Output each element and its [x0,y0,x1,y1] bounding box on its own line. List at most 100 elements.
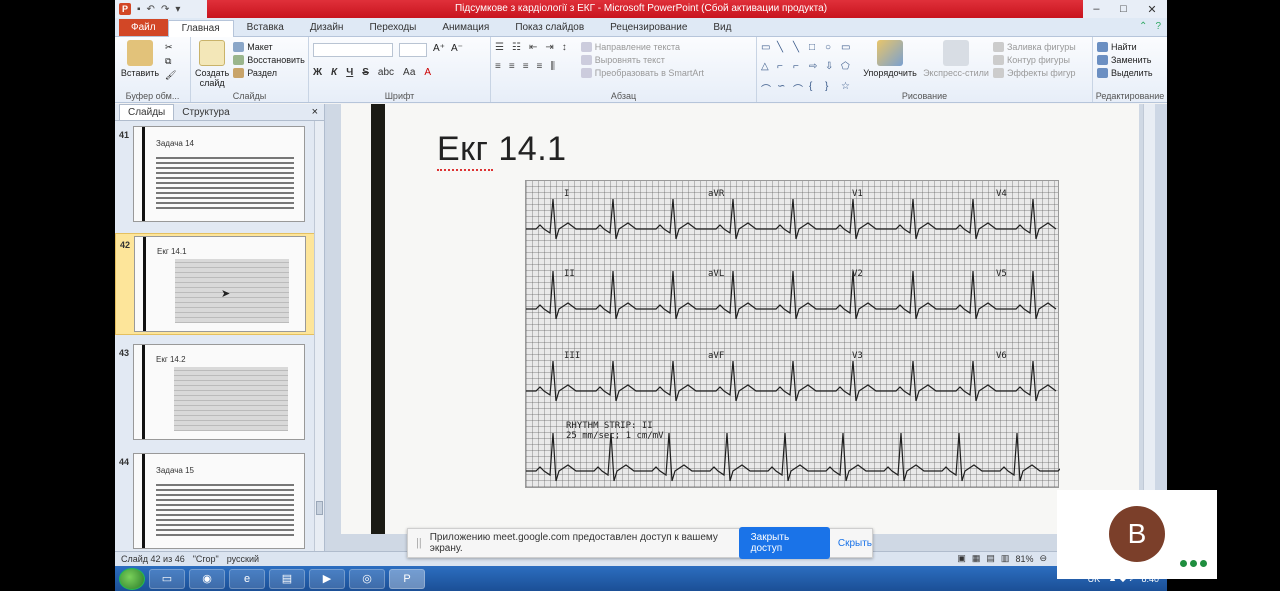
tab-outline[interactable]: Структура [174,105,237,120]
grow-font-icon[interactable]: A⁺ [433,43,445,57]
hide-banner-button[interactable]: Скрыть [838,538,872,549]
layout-button[interactable]: Макет [233,42,305,52]
tab-home[interactable]: Главная [167,20,234,37]
collapse-ribbon-icon[interactable]: ⌃ [1139,21,1147,32]
panel-scrollbar[interactable] [314,121,324,551]
align-right-icon[interactable]: ≡ [523,61,529,72]
lead-label: V6 [996,351,1007,361]
align-text-icon [580,55,592,65]
slide-thumbnail-43[interactable]: 43 Екг 14.2 [115,342,315,444]
close-icon[interactable]: ✕ [1147,3,1156,16]
close-panel-icon[interactable]: × [312,106,318,118]
shadow-button[interactable]: abc [378,67,394,78]
slideshow-view-icon[interactable]: ▥ [1001,553,1010,564]
slide-bar [142,127,145,221]
taskbar-player-icon[interactable]: ▶ [309,568,345,589]
tab-review[interactable]: Рецензирование [597,20,700,36]
underline-button[interactable]: Ч [346,67,353,78]
shape-outline-button[interactable]: Контур фигуры [993,55,1076,65]
tab-view[interactable]: Вид [700,20,744,36]
sorter-view-icon[interactable]: ▦ [972,553,981,564]
align-center-icon[interactable]: ≡ [509,61,515,72]
panel-scroll-thumb[interactable] [316,501,323,515]
italic-button[interactable]: К [331,67,337,78]
taskbar-firefox-icon[interactable]: ◉ [189,568,225,589]
slide-title[interactable]: Екг 14.1 [437,130,567,171]
minimize-icon[interactable]: – [1093,3,1099,15]
slides-panel: Слайды Структура × 41 Задача 14 42 Екг 1… [115,104,325,551]
line-spacing-icon[interactable]: ↕ [562,42,567,53]
powerpoint-window: P ▪ ↶ ↷ ▾ Підсумкове з кардіології з ЕКГ… [115,0,1167,566]
change-case-button[interactable]: Аа [403,67,415,78]
maximize-icon[interactable]: □ [1120,3,1127,15]
strike-button[interactable]: S [362,67,369,78]
taskbar-chrome-icon[interactable]: ◎ [349,568,385,589]
bold-button[interactable]: Ж [313,67,322,78]
copy-icon[interactable]: ⧉ [165,56,176,67]
drag-handle-icon[interactable]: || [416,537,422,549]
lead-label: V1 [852,189,863,199]
slide-thumbnail-41[interactable]: 41 Задача 14 [115,124,315,226]
find-button[interactable]: Найти [1097,42,1153,52]
tab-design[interactable]: Дизайн [297,20,357,36]
editor-scrollbar[interactable] [1143,104,1155,551]
lead-label: aVF [708,351,725,361]
tab-transitions[interactable]: Переходы [356,20,429,36]
slide-vertical-bar [371,104,385,534]
shape-outline-icon [993,55,1004,65]
section-button[interactable]: Раздел [233,68,305,78]
tab-insert[interactable]: Вставка [234,20,297,36]
meet-participant-tile[interactable]: В [1057,490,1217,579]
stop-sharing-button[interactable]: Закрыть доступ [738,527,830,559]
font-color-button[interactable]: А [424,67,431,78]
font-size-select[interactable] [399,43,427,57]
shrink-font-icon[interactable]: A⁻ [451,43,463,57]
numbering-icon[interactable]: ☷ [512,42,521,53]
taskbar-explorer-icon[interactable]: ▤ [269,568,305,589]
window-controls: – □ ✕ [1083,0,1167,18]
align-text-button[interactable]: Выровнять текст [580,55,704,65]
align-left-icon[interactable]: ≡ [495,61,501,72]
text-direction-button[interactable]: Направление текста [580,42,704,52]
shape-arrow-right-icon: ⇨ [809,61,818,73]
smartart-button[interactable]: Преобразовать в SmartArt [580,68,704,78]
group-label: Абзац [610,91,637,101]
increase-indent-icon[interactable]: ⇥ [545,42,553,53]
reading-view-icon[interactable]: ▤ [986,553,995,564]
taskbar-media-icon[interactable]: ▭ [149,568,185,589]
tab-file[interactable]: Файл [119,19,168,36]
thumbnail-canvas: Екг 14.1 ➤ [134,236,306,332]
shape-effects-button[interactable]: Эффекты фигур [993,68,1076,78]
reset-button[interactable]: Восстановить [233,55,305,65]
bullets-icon[interactable]: ☰ [495,42,504,53]
ecg-image[interactable]: I aVR V1 V4 II aVL V2 V5 III aVF V3 V6 R… [525,180,1060,488]
format-painter-icon[interactable]: 🖌 [165,70,176,81]
participant-avatar: В [1109,506,1165,562]
shape-fill-button[interactable]: Заливка фигуры [993,42,1076,52]
slide-thumbnail-42[interactable]: 42 Екг 14.1 ➤ [115,233,315,335]
tab-animations[interactable]: Анимация [429,20,502,36]
slide-number: 42 [120,240,131,250]
zoom-level[interactable]: 81% [1015,554,1033,564]
replace-button[interactable]: Заменить [1097,55,1153,65]
decrease-indent-icon[interactable]: ⇤ [529,42,537,53]
thumbnail-title: Екг 14.1 [157,247,187,256]
normal-view-icon[interactable]: ▣ [957,553,966,564]
taskbar-ie-icon[interactable]: e [229,568,265,589]
thumbnail-canvas: Задача 14 [133,126,305,222]
justify-icon[interactable]: ≡ [537,61,543,72]
current-slide[interactable]: Екг 14.1 I aVR V1 V4 II aVL V2 V5 III aV… [341,104,1139,534]
cut-icon[interactable]: ✂ [165,42,176,53]
help-icon[interactable]: ? [1155,21,1161,32]
columns-icon[interactable]: ⫼ [550,61,555,72]
zoom-out-icon[interactable]: ⊖ [1039,553,1047,564]
tab-slides[interactable]: Слайды [119,104,175,120]
select-button[interactable]: Выделить [1097,68,1153,78]
shape-arrow-down-icon: ⇩ [825,61,834,73]
tab-slideshow[interactable]: Показ слайдов [502,20,597,36]
font-name-select[interactable] [313,43,393,57]
slide-thumbnail-44[interactable]: 44 Задача 15 [115,451,315,553]
taskbar-powerpoint-icon[interactable]: P [389,568,425,589]
start-button[interactable] [119,567,145,590]
language[interactable]: русский [227,554,259,564]
